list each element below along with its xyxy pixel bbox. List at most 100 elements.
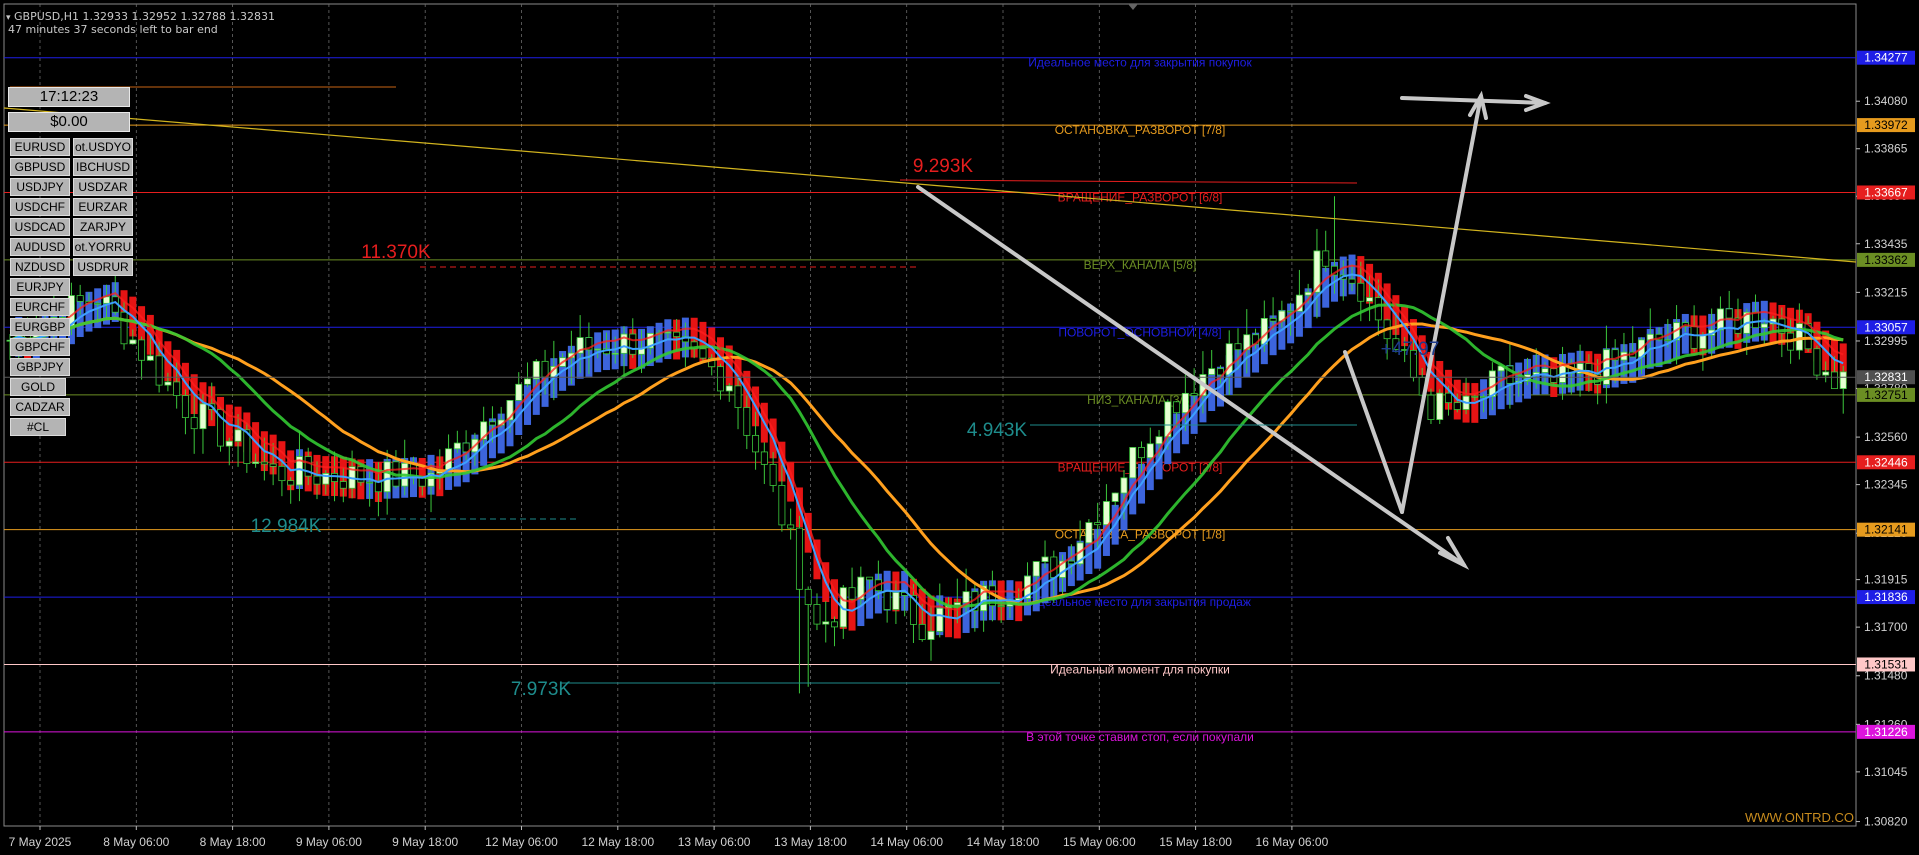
symbol-button-usdzar[interactable]: USDZAR bbox=[73, 178, 133, 196]
symbol-button-eurusd[interactable]: EURUSD bbox=[10, 138, 70, 156]
candle-body bbox=[1752, 311, 1759, 329]
candle-body bbox=[953, 602, 961, 606]
symbol-button-zarjpy[interactable]: ZARJPY bbox=[73, 218, 133, 236]
candle-body bbox=[760, 451, 768, 465]
candle-body bbox=[1427, 394, 1435, 420]
y-tick-label: 1.31915 bbox=[1864, 573, 1908, 587]
symbol-button-otusdyo[interactable]: ot.USDYO bbox=[73, 138, 133, 156]
candle-body bbox=[1453, 402, 1461, 410]
symbol-button-usdrur[interactable]: USDRUR bbox=[73, 258, 133, 276]
symbol-button-eurjpy[interactable]: EURJPY bbox=[10, 278, 70, 296]
candle-body bbox=[743, 407, 751, 436]
plot-frame bbox=[3, 3, 1857, 827]
candle-body bbox=[190, 417, 198, 430]
symbol-button-otyorru[interactable]: ot.YORRU bbox=[73, 238, 133, 256]
symbol-button-gold[interactable]: GOLD bbox=[10, 378, 66, 396]
candle-body bbox=[1760, 323, 1768, 329]
candle-body bbox=[1813, 348, 1821, 376]
trend-boxes bbox=[15, 254, 1847, 639]
candle-body bbox=[1032, 561, 1040, 577]
volume-mark: +47.97 bbox=[1381, 339, 1440, 360]
candle-body bbox=[769, 464, 777, 486]
candle-body bbox=[1190, 392, 1198, 397]
price-tag-label: 1.32446 bbox=[1864, 455, 1908, 469]
symbol-button-gbpchf[interactable]: GBPCHF bbox=[10, 338, 70, 356]
candle-body bbox=[1664, 339, 1672, 342]
x-tick-label: 14 May 06:00 bbox=[870, 835, 943, 849]
bar-timer: 47 minutes 37 seconds left to bar end bbox=[8, 23, 218, 36]
symbol-button-eurchf[interactable]: EURCHF bbox=[10, 298, 70, 316]
candle-body bbox=[664, 331, 672, 334]
candle-body bbox=[234, 429, 242, 442]
candle-body bbox=[1541, 368, 1549, 373]
candle-body bbox=[699, 348, 707, 359]
candle-body bbox=[488, 421, 496, 426]
collapse-triangle-icon[interactable]: ▾ bbox=[6, 13, 11, 23]
y-tick-label: 1.32560 bbox=[1864, 430, 1908, 444]
symbol-button-cl[interactable]: #CL bbox=[10, 418, 66, 436]
candle-body bbox=[1374, 297, 1382, 321]
candle-body bbox=[1181, 392, 1189, 414]
x-tick-label: 12 May 18:00 bbox=[581, 835, 654, 849]
volume-mark: 7.973K bbox=[511, 679, 572, 700]
candle-body bbox=[269, 463, 277, 467]
price-tag-label: 1.33667 bbox=[1864, 185, 1908, 199]
candle-body bbox=[1269, 317, 1277, 322]
candle-body bbox=[1830, 371, 1838, 390]
candle-body bbox=[1111, 492, 1119, 502]
candle-body bbox=[629, 333, 637, 355]
symbol-button-gbpjpy[interactable]: GBPJPY bbox=[10, 358, 70, 376]
x-tick-label: 13 May 06:00 bbox=[678, 835, 751, 849]
candle-body bbox=[1067, 560, 1075, 565]
y-tick-label: 1.30820 bbox=[1864, 815, 1908, 829]
candle-body bbox=[831, 621, 838, 628]
symbol-button-cadzar[interactable]: CADZAR bbox=[10, 398, 70, 416]
candle-body bbox=[418, 477, 426, 487]
symbol-button-audusd[interactable]: AUDUSD bbox=[10, 238, 70, 256]
x-tick-label: 15 May 18:00 bbox=[1159, 835, 1232, 849]
symbol-button-usdchf[interactable]: USDCHF bbox=[10, 198, 70, 216]
candle-body bbox=[1120, 477, 1128, 494]
candle-body bbox=[146, 355, 154, 361]
forecast-arrow-down bbox=[916, 185, 1466, 567]
symbol-button-usdjpy[interactable]: USDJPY bbox=[10, 178, 70, 196]
candle-body bbox=[313, 475, 321, 485]
price-tag-label: 1.33362 bbox=[1864, 253, 1908, 267]
symbol-button-usdcad[interactable]: USDCAD bbox=[10, 218, 70, 236]
candle-body bbox=[813, 604, 821, 625]
candle-body bbox=[1260, 317, 1268, 345]
candle-body bbox=[725, 385, 733, 392]
price-chart[interactable]: 7 May 2025 8 May 06:00 8 May 18:00 9 May 06… bbox=[0, 0, 1919, 855]
x-tick-label: 16 May 06:00 bbox=[1256, 835, 1329, 849]
x-tick-label: 7 May 2025 bbox=[9, 835, 72, 849]
candle-body bbox=[866, 576, 874, 581]
symbol-button-ibchusd[interactable]: IBCHUSD bbox=[73, 158, 133, 176]
volume-guide bbox=[899, 179, 1358, 184]
symbol-button-nzdusd[interactable]: NZDUSD bbox=[10, 258, 70, 276]
symbol-button-eurgbp[interactable]: EURGBP bbox=[10, 318, 70, 336]
level-label: Идеальное место для закрытия покупок bbox=[1028, 56, 1252, 70]
candle-body bbox=[94, 302, 102, 305]
y-tick-label: 1.32995 bbox=[1864, 334, 1908, 348]
candle-body bbox=[1155, 436, 1163, 445]
price-tag-label: 1.31531 bbox=[1864, 657, 1908, 671]
candle-body bbox=[717, 366, 724, 392]
watermark: WWW.ONTRD.CO bbox=[1745, 810, 1855, 825]
candle-body bbox=[1041, 556, 1049, 562]
candle-body bbox=[1173, 401, 1181, 414]
current-price-tag-label: 1.32831 bbox=[1864, 370, 1908, 384]
candle-body bbox=[848, 587, 856, 600]
candle-body bbox=[795, 527, 803, 590]
candle-body bbox=[936, 607, 944, 632]
level-label: В этой точке ставим стоп, если покупали bbox=[1026, 730, 1254, 744]
candle-body bbox=[752, 434, 760, 453]
candle-body bbox=[278, 465, 286, 482]
candle-body bbox=[883, 590, 891, 610]
candle-body bbox=[1102, 501, 1110, 526]
candle-body bbox=[1357, 282, 1365, 302]
candle-body bbox=[287, 480, 295, 486]
forecast-leg-up bbox=[1400, 94, 1483, 514]
symbol-button-gbpusd[interactable]: GBPUSD bbox=[10, 158, 70, 176]
symbol-button-eurzar[interactable]: EURZAR bbox=[73, 198, 133, 216]
candle-body bbox=[1445, 392, 1452, 404]
